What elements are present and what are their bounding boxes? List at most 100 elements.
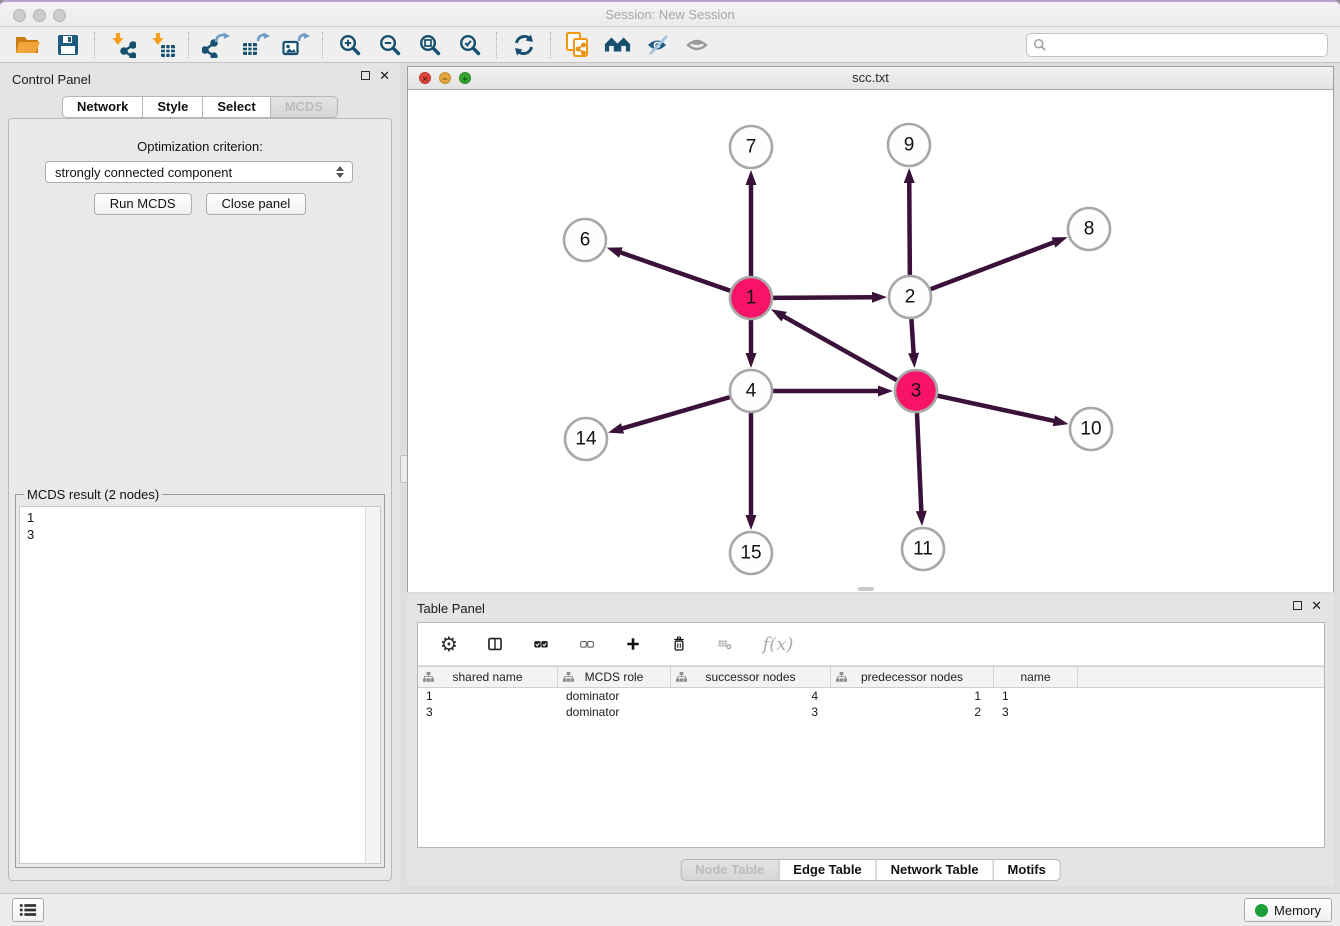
open-session-button[interactable]: [8, 29, 48, 61]
dropdown-stepper-icon: [332, 166, 348, 178]
column-header-predecessor-nodes[interactable]: predecessor nodes: [831, 667, 994, 687]
memory-button[interactable]: Memory: [1244, 898, 1332, 922]
graph-edge-3-10[interactable]: [937, 396, 1055, 422]
toolbar-separator: [188, 32, 190, 58]
close-table-panel-icon[interactable]: ✕: [1311, 601, 1322, 610]
tab-motifs[interactable]: Motifs: [994, 859, 1061, 881]
hide-selected-button[interactable]: [638, 29, 678, 61]
mcds-result-group: MCDS result (2 nodes) 1 3: [15, 494, 385, 868]
window-titlebar: Session: New Session: [0, 0, 1340, 27]
table-settings-button[interactable]: ⚙: [436, 631, 462, 657]
export-network-button[interactable]: [196, 29, 236, 61]
clone-network-button[interactable]: [558, 29, 598, 61]
tab-mcds[interactable]: MCDS: [271, 96, 338, 118]
table-cell[interactable]: 3: [994, 705, 1078, 719]
show-all-button[interactable]: [678, 29, 718, 61]
tab-style[interactable]: Style: [143, 96, 203, 118]
search-box[interactable]: [1026, 33, 1328, 57]
hide-eye-icon: [646, 33, 670, 57]
table-cell[interactable]: 3: [671, 705, 831, 719]
import-network-button[interactable]: [102, 29, 142, 61]
refresh-icon: [512, 33, 536, 57]
gear-icon: ⚙: [440, 634, 458, 654]
graph-edge-4-14[interactable]: [621, 397, 730, 429]
zoom-in-icon: [338, 33, 362, 57]
zoom-in-button[interactable]: [330, 29, 370, 61]
delete-column-button[interactable]: [666, 631, 692, 657]
graph-edge-1-6[interactable]: [619, 252, 730, 291]
mcds-result-title: MCDS result (2 nodes): [24, 487, 162, 502]
tab-select[interactable]: Select: [203, 96, 270, 118]
table-cell[interactable]: dominator: [558, 689, 671, 703]
tab-node-table[interactable]: Node Table: [680, 859, 779, 881]
graph-edge-3-11[interactable]: [917, 413, 921, 513]
zoom-selected-icon: [458, 33, 482, 57]
close-panel-button[interactable]: Close panel: [206, 193, 307, 215]
function-builder-button[interactable]: f(x): [758, 631, 798, 657]
run-mcds-button[interactable]: Run MCDS: [94, 193, 192, 215]
hierarchy-icon: [423, 672, 434, 682]
table-cell[interactable]: 1: [994, 689, 1078, 703]
table-row[interactable]: 1dominator411: [418, 688, 1324, 704]
apply-layout-button[interactable]: [504, 29, 544, 61]
column-header-MCDS-role[interactable]: MCDS role: [558, 667, 671, 687]
unselect-all-columns-button[interactable]: [574, 631, 600, 657]
zoom-fit-button[interactable]: [410, 29, 450, 61]
graph-edge-3-1[interactable]: [782, 316, 896, 381]
create-column-button[interactable]: [620, 631, 646, 657]
show-eye-icon: [686, 33, 710, 57]
tab-network-table[interactable]: Network Table: [877, 859, 994, 881]
import-table-button[interactable]: [142, 29, 182, 61]
zoom-selected-button[interactable]: [450, 29, 490, 61]
float-table-panel-icon[interactable]: [1293, 601, 1302, 610]
result-scrollbar[interactable]: [365, 507, 380, 863]
first-neighbors-button[interactable]: [598, 29, 638, 61]
column-header-successor-nodes[interactable]: successor nodes: [671, 667, 831, 687]
graph-edge-arrow: [904, 168, 915, 183]
canvas-resize-handle[interactable]: [858, 587, 874, 591]
split-panel-icon: [488, 634, 502, 654]
show-columns-button[interactable]: [482, 631, 508, 657]
graph-edge-2-8[interactable]: [931, 242, 1056, 289]
mcds-result-area[interactable]: 1 3: [19, 506, 381, 864]
mcds-result-text: 1 3: [20, 507, 380, 545]
export-table-icon: [242, 32, 270, 58]
table-cell[interactable]: 3: [418, 705, 558, 719]
network-view-window: × − + scc.txt 7968124314101511: [407, 66, 1334, 592]
delete-table-button[interactable]: [712, 631, 738, 657]
task-history-button[interactable]: [12, 898, 44, 922]
network-window-titlebar[interactable]: × − + scc.txt: [408, 67, 1333, 90]
graph-edge-arrow: [1052, 237, 1068, 247]
graph-edge-1-2[interactable]: [773, 297, 874, 298]
hierarchy-icon: [676, 672, 687, 682]
select-all-columns-button[interactable]: [528, 631, 554, 657]
mcds-panel: Optimization criterion: strongly connect…: [8, 118, 392, 881]
export-table-button[interactable]: [236, 29, 276, 61]
graph-edge-2-3[interactable]: [911, 319, 913, 355]
search-input[interactable]: [1051, 37, 1321, 53]
table-cell[interactable]: 2: [831, 705, 994, 719]
hierarchy-icon: [836, 672, 847, 682]
optimization-dropdown[interactable]: strongly connected component: [45, 161, 353, 183]
graph-edge-2-9[interactable]: [909, 181, 910, 275]
table-cell[interactable]: 1: [418, 689, 558, 703]
export-image-button[interactable]: [276, 29, 316, 61]
table-cell[interactable]: 1: [831, 689, 994, 703]
table-row[interactable]: 3dominator323: [418, 704, 1324, 720]
tab-network[interactable]: Network: [62, 96, 143, 118]
graph-node-label: 3: [911, 381, 922, 402]
column-header-shared-name[interactable]: shared name: [418, 667, 558, 687]
save-session-button[interactable]: [48, 29, 88, 61]
fx-icon: f(x): [763, 634, 794, 655]
tab-edge-table[interactable]: Edge Table: [779, 859, 876, 881]
control-panel: Control Panel ✕ NetworkStyleSelectMCDS O…: [0, 63, 400, 893]
zoom-out-button[interactable]: [370, 29, 410, 61]
float-panel-icon[interactable]: [361, 71, 370, 80]
application-window: Session: New Session: [0, 0, 1340, 926]
table-cell[interactable]: 4: [671, 689, 831, 703]
table-cell[interactable]: dominator: [558, 705, 671, 719]
network-canvas[interactable]: 7968124314101511: [408, 90, 1333, 592]
column-header-name[interactable]: name: [994, 667, 1078, 687]
close-panel-icon[interactable]: ✕: [379, 71, 390, 80]
column-header-label: predecessor nodes: [861, 670, 963, 684]
